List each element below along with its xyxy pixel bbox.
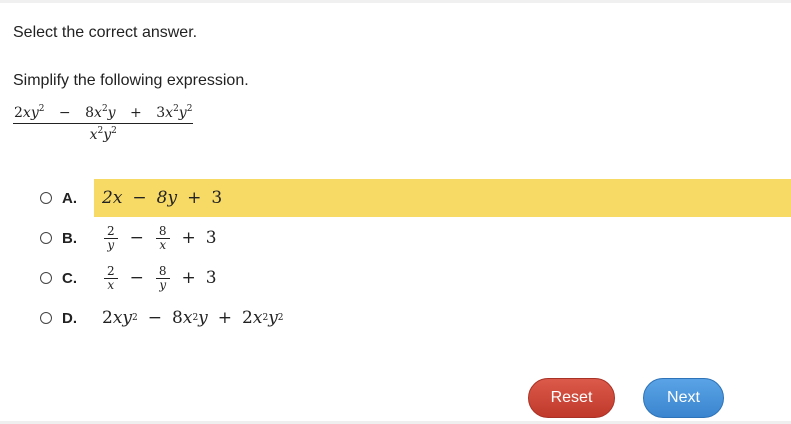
plus-operator: + [130,105,142,121]
option-letter: A. [62,189,77,207]
answer-term: 2x [102,188,123,208]
term-var: y [107,105,116,121]
plus-operator: + [217,308,233,328]
term-var: x [182,308,193,328]
fraction-numerator: 8 [158,223,167,238]
plus-operator: + [181,228,196,248]
instruction-text: Select the correct answer. [13,24,198,41]
radio-button-d[interactable] [40,312,52,324]
answer-fraction: 2 x [104,263,118,292]
expression-fraction: 2xy2 − 8x2y + 3x2y2 x2y2 [13,105,194,144]
answer-term: 3 [211,188,223,208]
fraction-numerator: 2 [107,263,115,278]
minus-operator: − [129,268,144,288]
expression-denominator: x2y2 [90,124,117,144]
answer-c[interactable]: 2 x − 8 y + 3 [94,259,791,297]
option-c[interactable]: C. 2 x − 8 y + 3 [40,259,791,297]
option-b[interactable]: B. 2 y − 8 x + 3 [40,219,791,257]
term-var: y [268,308,278,328]
term-exp: 2 [111,126,117,136]
reset-button[interactable]: Reset [528,378,615,418]
term-var: xy [22,105,39,121]
term-var: y [178,105,187,121]
term-var: xy [112,308,133,328]
term-coef: 2 [14,105,23,121]
answer-fraction: 8 y [155,263,170,292]
question-page: Select the correct answer. Simplify the … [0,0,791,424]
term-exp: 2 [186,104,193,114]
answer-d[interactable]: 2 xy 2 − 8x2y + 2x2y2 [94,299,791,337]
radio-button-b[interactable] [40,232,52,244]
term-var: y [198,308,208,328]
term-exp: 2 [38,104,45,114]
option-letter: C. [62,269,77,287]
minus-operator: − [147,308,163,328]
option-a[interactable]: A. 2x − 8y + 3 [40,179,791,217]
minus-operator: − [129,228,144,248]
plus-operator: + [181,268,196,288]
answer-fraction: 8 x [155,223,170,252]
answer-term: 3 [205,268,217,288]
fraction-denominator: y [159,277,167,292]
term-var: y [103,127,112,143]
option-letter: D. [62,309,77,327]
next-button[interactable]: Next [643,378,724,418]
radio-button-c[interactable] [40,272,52,284]
question-prompt: Simplify the following expression. [13,72,249,89]
fraction-denominator: x [107,277,115,292]
minus-operator: − [58,105,71,121]
term-coef: 3 [156,105,166,121]
minus-operator: − [132,188,147,208]
term-coef: 8 [85,105,95,121]
fraction-numerator: 8 [158,263,167,278]
plus-operator: + [187,188,202,208]
term-coef: 8 [172,308,183,328]
term-coef: 2 [242,308,253,328]
answer-term: 3 [205,228,217,248]
fraction-denominator: y [107,237,115,252]
fraction-numerator: 2 [107,223,115,238]
answer-a[interactable]: 2x − 8y + 3 [94,179,791,217]
answer-term: 8y [156,188,178,208]
option-d[interactable]: D. 2 xy 2 − 8x2y + 2x2y2 [40,299,791,337]
top-divider [0,0,791,3]
term-var: x [252,308,263,328]
term-var: x [94,105,102,121]
expression-numerator: 2xy2 − 8x2y + 3x2y2 [13,105,193,123]
answer-fraction: 2 y [104,223,118,252]
option-letter: B. [62,229,77,247]
fraction-denominator: x [159,237,167,252]
term-var: x [165,105,174,121]
term-coef: 2 [102,308,113,328]
answer-b[interactable]: 2 y − 8 x + 3 [94,219,791,257]
radio-button-a[interactable] [40,192,52,204]
